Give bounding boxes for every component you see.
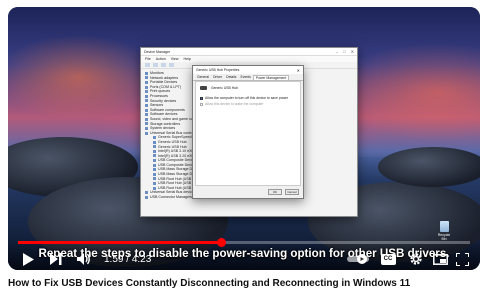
- play-button[interactable]: [20, 251, 36, 267]
- device-header: Generic USB Hub: [200, 86, 296, 90]
- dialog-buttons: OK Cancel: [268, 189, 299, 195]
- back-icon[interactable]: [145, 63, 150, 67]
- tab-events[interactable]: Events: [239, 75, 253, 80]
- properties-dialog[interactable]: Generic USB Hub Properties ✕ General Dri…: [192, 65, 304, 199]
- settings-icon: [410, 253, 422, 265]
- device-icon: [153, 172, 156, 176]
- menu-action[interactable]: Action: [156, 57, 166, 61]
- maximize-icon[interactable]: □: [343, 49, 345, 54]
- autoplay-toggle-icon: [347, 254, 369, 264]
- device-icon: [153, 163, 156, 167]
- autoplay-toggle[interactable]: [346, 251, 370, 267]
- close-icon[interactable]: ✕: [297, 68, 300, 73]
- miniplayer-icon: [432, 253, 448, 265]
- help-icon[interactable]: [169, 63, 174, 67]
- forward-icon[interactable]: [153, 63, 158, 67]
- device-icon: [153, 149, 156, 153]
- ok-button[interactable]: OK: [268, 189, 282, 195]
- device-icon: [145, 117, 148, 121]
- menu-help[interactable]: Help: [184, 57, 191, 61]
- video-player[interactable]: Device Manager – □ ✕ File Action View He…: [8, 7, 480, 270]
- cancel-button[interactable]: Cancel: [285, 189, 299, 195]
- device-icon: [145, 126, 148, 130]
- device-icon: [145, 195, 148, 199]
- checkbox-unchecked-icon[interactable]: [200, 102, 203, 106]
- device-icon: [153, 168, 156, 172]
- minimize-icon[interactable]: –: [336, 49, 338, 54]
- time-total: 4:23: [131, 254, 152, 265]
- menu-view[interactable]: View: [171, 57, 179, 61]
- device-icon: [145, 103, 148, 107]
- progress-bar[interactable]: [18, 238, 470, 247]
- settings-button[interactable]: [408, 251, 424, 267]
- recycle-bin-icon: [439, 221, 449, 232]
- device-icon: [145, 131, 148, 135]
- video-title[interactable]: How to Fix USB Devices Constantly Discon…: [8, 278, 410, 289]
- allow-wake-label: Allow this device to wake the computer: [205, 102, 264, 106]
- volume-button[interactable]: [76, 251, 92, 267]
- fullscreen-icon: [455, 252, 469, 266]
- properties-titlebar: Generic USB Hub Properties ✕: [193, 66, 303, 74]
- recycle-bin[interactable]: Recycle Bin: [436, 221, 452, 241]
- wallpaper-rock: [378, 147, 480, 187]
- device-icon: [145, 108, 148, 112]
- captions-label: CC: [383, 256, 393, 262]
- allow-turn-off-checkbox[interactable]: Allow the computer to turn off this devi…: [200, 96, 296, 100]
- device-name: Generic USB Hub: [211, 86, 238, 90]
- device-icon: [153, 136, 156, 140]
- device-icon: [145, 191, 148, 195]
- tab-power-management[interactable]: Power Management: [252, 75, 290, 80]
- device-icon: [153, 182, 156, 186]
- device-icon: [145, 99, 148, 103]
- device-icon: [153, 186, 156, 190]
- device-icon: [145, 76, 148, 80]
- device-icon: [145, 80, 148, 84]
- captions-button[interactable]: CC: [380, 251, 396, 267]
- device-icon: [145, 71, 148, 75]
- menu-file[interactable]: File: [145, 57, 151, 61]
- device-icon: [145, 85, 148, 89]
- fullscreen-button[interactable]: [454, 251, 470, 267]
- power-management-panel: Generic USB Hub Allow the computer to tu…: [195, 81, 301, 186]
- device-icon: [145, 94, 148, 98]
- play-icon: [23, 252, 34, 266]
- properties-title: Generic USB Hub Properties: [196, 68, 240, 72]
- device-icon: [145, 90, 148, 94]
- device-icon: [145, 122, 148, 126]
- device-icon: [145, 113, 148, 117]
- window-controls: – □ ✕: [336, 49, 354, 54]
- miniplayer-button[interactable]: [432, 251, 448, 267]
- player-controls: 1:59 / 4:23 CC: [8, 249, 480, 269]
- time-display: 1:59 / 4:23: [104, 254, 151, 265]
- device-icon: [153, 159, 156, 163]
- device-icon: [153, 154, 156, 158]
- tree-item-label: USB Connector Managers: [150, 195, 192, 200]
- tab-general[interactable]: General: [195, 75, 211, 80]
- time-current: 1:59: [104, 254, 124, 265]
- tab-driver[interactable]: Driver: [211, 75, 224, 80]
- close-icon[interactable]: ✕: [351, 49, 354, 54]
- device-manager-titlebar: Device Manager – □ ✕: [141, 48, 357, 56]
- time-separator: /: [123, 254, 132, 265]
- scrubber-handle[interactable]: [216, 238, 226, 247]
- allow-turn-off-label: Allow the computer to turn off this devi…: [205, 96, 289, 100]
- next-icon: [50, 253, 62, 265]
- usb-plug-icon: [200, 86, 207, 90]
- allow-wake-checkbox[interactable]: Allow this device to wake the computer: [200, 102, 296, 106]
- device-icon: [153, 145, 156, 149]
- device-icon: [153, 177, 156, 181]
- next-button[interactable]: [48, 251, 64, 267]
- device-icon: [153, 140, 156, 144]
- device-manager-title: Device Manager: [144, 49, 171, 54]
- volume-icon: [77, 253, 90, 265]
- properties-icon[interactable]: [161, 63, 166, 67]
- checkbox-checked-icon[interactable]: [200, 96, 203, 100]
- properties-tabs: General Driver Details Events Power Mana…: [193, 74, 303, 81]
- tab-details[interactable]: Details: [224, 75, 238, 80]
- progress-played: [18, 241, 222, 244]
